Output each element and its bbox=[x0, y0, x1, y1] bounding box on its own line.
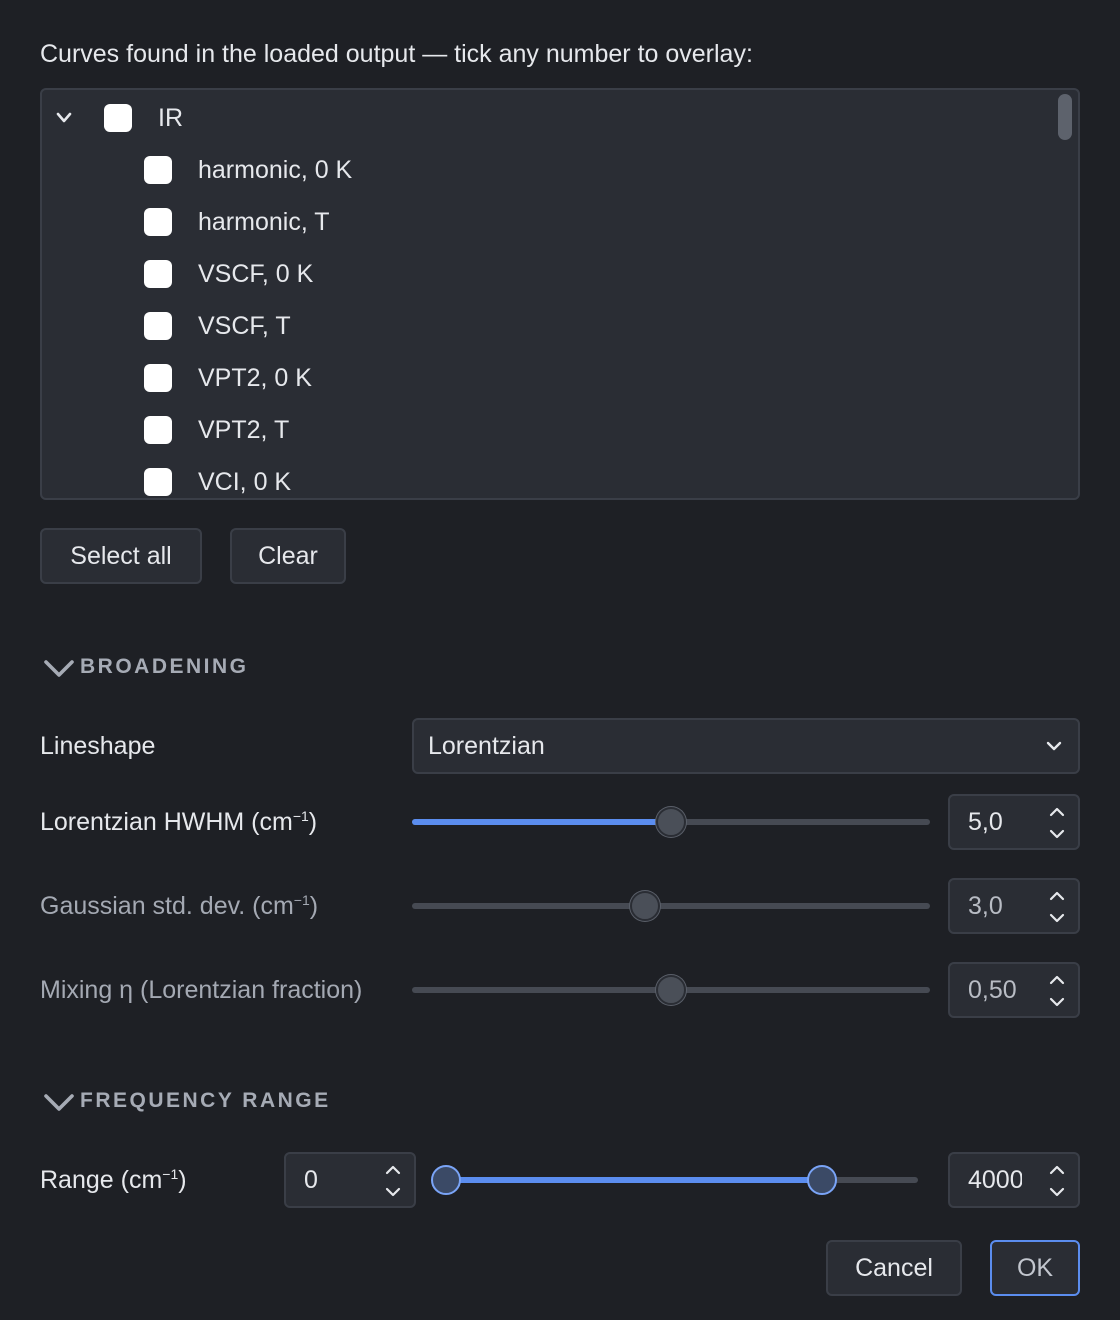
tree-item[interactable]: VCI, 0 K bbox=[144, 456, 292, 498]
tree-item[interactable]: VPT2, 0 K bbox=[144, 352, 312, 404]
mixing-eta-spinbox[interactable]: 0,50 bbox=[948, 962, 1080, 1018]
curve-tree[interactable]: IR harmonic, 0 K harmonic, T VSCF, 0 K V… bbox=[40, 88, 1080, 500]
gaussian-slider-track[interactable] bbox=[412, 903, 930, 909]
ok-button[interactable]: OK bbox=[990, 1240, 1080, 1296]
item-checkbox[interactable] bbox=[144, 312, 172, 340]
select-all-button[interactable]: Select all bbox=[40, 528, 202, 584]
spinbox-value: 3,0 bbox=[968, 891, 1003, 920]
tree-item[interactable]: VPT2, T bbox=[144, 404, 289, 456]
tree-item-label: harmonic, T bbox=[198, 207, 330, 236]
gaussian-std-label: Gaussian std. dev. (cm−1) bbox=[40, 892, 319, 920]
section-title: BROADENING bbox=[80, 655, 249, 678]
range-min-spinbox[interactable]: 0 bbox=[284, 1152, 416, 1208]
tree-item-label: VPT2, T bbox=[198, 415, 290, 444]
tree-root-label: IR bbox=[158, 103, 183, 132]
range-slider-high-thumb[interactable] bbox=[807, 1165, 837, 1195]
lorentzian-hwhm-spinbox[interactable]: 5,0 bbox=[948, 794, 1080, 850]
spinbox-value: 0 bbox=[304, 1165, 318, 1194]
root-checkbox[interactable] bbox=[104, 104, 132, 132]
mixing-eta-label: Mixing η (Lorentzian fraction) bbox=[40, 976, 363, 1004]
tree-item[interactable]: harmonic, 0 K bbox=[144, 144, 352, 196]
spinbox-value: 0,50 bbox=[968, 975, 1017, 1004]
tree-item[interactable]: VSCF, T bbox=[144, 300, 291, 352]
item-checkbox[interactable] bbox=[144, 260, 172, 288]
range-label: Range (cm−1) bbox=[40, 1166, 187, 1194]
tree-scrollbar[interactable] bbox=[1058, 94, 1072, 140]
clear-button[interactable]: Clear bbox=[230, 528, 346, 584]
tree-item-label: harmonic, 0 K bbox=[198, 155, 353, 184]
lineshape-value: Lorentzian bbox=[428, 731, 545, 760]
tree-item[interactable]: harmonic, T bbox=[144, 196, 330, 248]
tree-item-label: VPT2, 0 K bbox=[198, 363, 312, 392]
spin-arrows-icon[interactable] bbox=[382, 1162, 404, 1200]
lineshape-label: Lineshape bbox=[40, 732, 156, 760]
gaussian-std-spinbox[interactable]: 3,0 bbox=[948, 878, 1080, 934]
tree-item-label: VCI, 0 K bbox=[198, 467, 292, 496]
spin-arrows-icon[interactable] bbox=[1046, 972, 1068, 1010]
chevron-down-icon[interactable] bbox=[54, 110, 74, 126]
spin-arrows-icon[interactable] bbox=[1046, 804, 1068, 842]
lorentzian-slider-fill bbox=[412, 819, 671, 825]
item-checkbox[interactable] bbox=[144, 468, 172, 496]
section-title: FREQUENCY RANGE bbox=[80, 1089, 331, 1112]
frequency-range-section-header[interactable]: FREQUENCY RANGE bbox=[42, 1088, 331, 1114]
lorentzian-slider-thumb[interactable] bbox=[656, 807, 686, 837]
lineshape-select[interactable]: Lorentzian bbox=[412, 718, 1080, 774]
chevron-down-icon bbox=[1046, 741, 1062, 751]
item-checkbox[interactable] bbox=[144, 364, 172, 392]
broadening-section-header[interactable]: BROADENING bbox=[42, 654, 249, 680]
gaussian-slider-thumb[interactable] bbox=[630, 891, 661, 921]
range-slider-low-thumb[interactable] bbox=[431, 1165, 461, 1195]
chevron-down-icon bbox=[44, 1094, 74, 1111]
tree-item-label: VSCF, T bbox=[198, 311, 291, 340]
spinbox-value: 5,0 bbox=[968, 807, 1003, 836]
item-checkbox[interactable] bbox=[144, 156, 172, 184]
tree-item-label: VSCF, 0 K bbox=[198, 259, 314, 288]
item-checkbox[interactable] bbox=[144, 416, 172, 444]
cancel-button[interactable]: Cancel bbox=[826, 1240, 962, 1296]
range-slider-fill bbox=[446, 1177, 822, 1183]
range-max-spinbox[interactable]: 4000 bbox=[948, 1152, 1080, 1208]
lorentzian-hwhm-label: Lorentzian HWHM (cm−1) bbox=[40, 808, 318, 836]
spin-arrows-icon[interactable] bbox=[1046, 1162, 1068, 1200]
intro-text: Curves found in the loaded output — tick… bbox=[40, 40, 753, 68]
tree-root-row[interactable]: IR bbox=[42, 92, 1042, 144]
tree-item[interactable]: VSCF, 0 K bbox=[144, 248, 313, 300]
chevron-down-icon bbox=[44, 660, 74, 677]
spinbox-value: 4000 bbox=[968, 1165, 1022, 1194]
item-checkbox[interactable] bbox=[144, 208, 172, 236]
mixing-slider-thumb[interactable] bbox=[656, 975, 686, 1005]
spin-arrows-icon[interactable] bbox=[1046, 888, 1068, 926]
